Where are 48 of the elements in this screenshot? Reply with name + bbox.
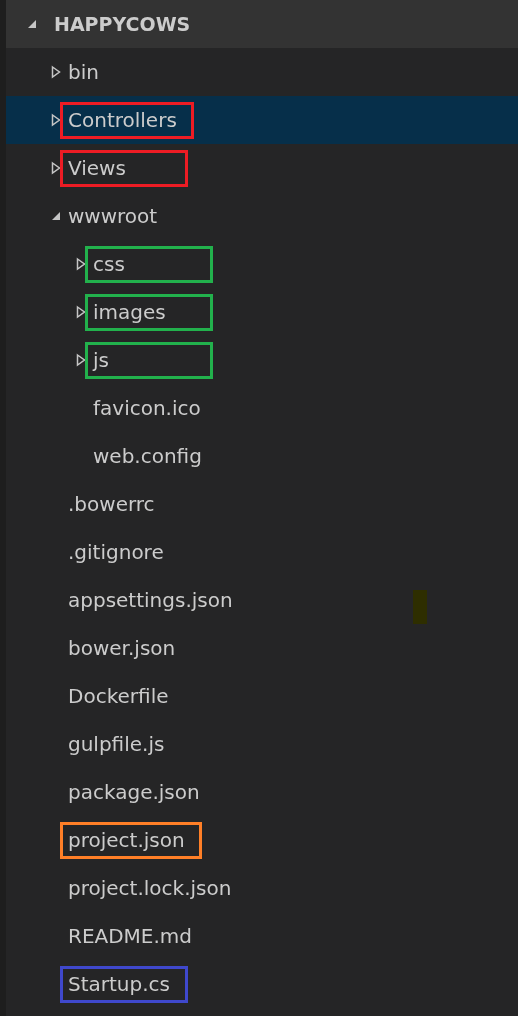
tree-item[interactable]: favicon.ico: [6, 384, 518, 432]
collapsed-arrow-icon[interactable]: [50, 65, 62, 79]
item-label: project.lock.json: [68, 876, 232, 900]
tree-item[interactable]: README.md: [6, 912, 518, 960]
tree-item[interactable]: package.json: [6, 768, 518, 816]
item-label: js: [93, 348, 109, 372]
tree-item[interactable]: gulpfile.js: [6, 720, 518, 768]
tree-item[interactable]: appsettings.json: [6, 576, 518, 624]
item-label: images: [93, 300, 166, 324]
collapsed-arrow-icon[interactable]: [50, 161, 62, 175]
item-label: .gitignore: [68, 540, 164, 564]
item-label: gulpfile.js: [68, 732, 165, 756]
item-label: Controllers: [68, 108, 177, 132]
item-label: wwwroot: [68, 204, 158, 228]
tree-item[interactable]: css: [6, 240, 518, 288]
tree-item[interactable]: wwwroot: [6, 192, 518, 240]
collapsed-arrow-icon[interactable]: [75, 353, 87, 367]
tree-item[interactable]: Dockerfile: [6, 672, 518, 720]
collapsed-arrow-icon[interactable]: [75, 257, 87, 271]
item-label: web.config: [93, 444, 202, 468]
item-label: Startup.cs: [68, 972, 170, 996]
tree-item[interactable]: .bowerrc: [6, 480, 518, 528]
item-label: favicon.ico: [93, 396, 201, 420]
tree-item[interactable]: Controllers: [6, 96, 518, 144]
collapsed-arrow-icon[interactable]: [50, 113, 62, 127]
tree-item[interactable]: Startup.cs: [6, 960, 518, 1008]
tree-item[interactable]: js: [6, 336, 518, 384]
item-label: Views: [68, 156, 126, 180]
tree-item[interactable]: images: [6, 288, 518, 336]
tree-item[interactable]: bower.json: [6, 624, 518, 672]
item-label: README.md: [68, 924, 193, 948]
item-label: bin: [68, 60, 99, 84]
tree-item[interactable]: .gitignore: [6, 528, 518, 576]
item-label: appsettings.json: [68, 588, 233, 612]
scroll-marker: [413, 590, 427, 624]
tree-item[interactable]: web.config: [6, 432, 518, 480]
tree-item[interactable]: project.lock.json: [6, 864, 518, 912]
tree-item[interactable]: project.json: [6, 816, 518, 864]
tree-item[interactable]: Views: [6, 144, 518, 192]
tree-item[interactable]: bin: [6, 48, 518, 96]
item-label: bower.json: [68, 636, 176, 660]
item-label: css: [93, 252, 125, 276]
item-label: package.json: [68, 780, 200, 804]
item-label: .bowerrc: [68, 492, 155, 516]
explorer-title[interactable]: HAPPYCOWS: [54, 13, 191, 35]
item-label: project.json: [68, 828, 185, 852]
collapsed-arrow-icon[interactable]: [75, 305, 87, 319]
item-label: Dockerfile: [68, 684, 169, 708]
